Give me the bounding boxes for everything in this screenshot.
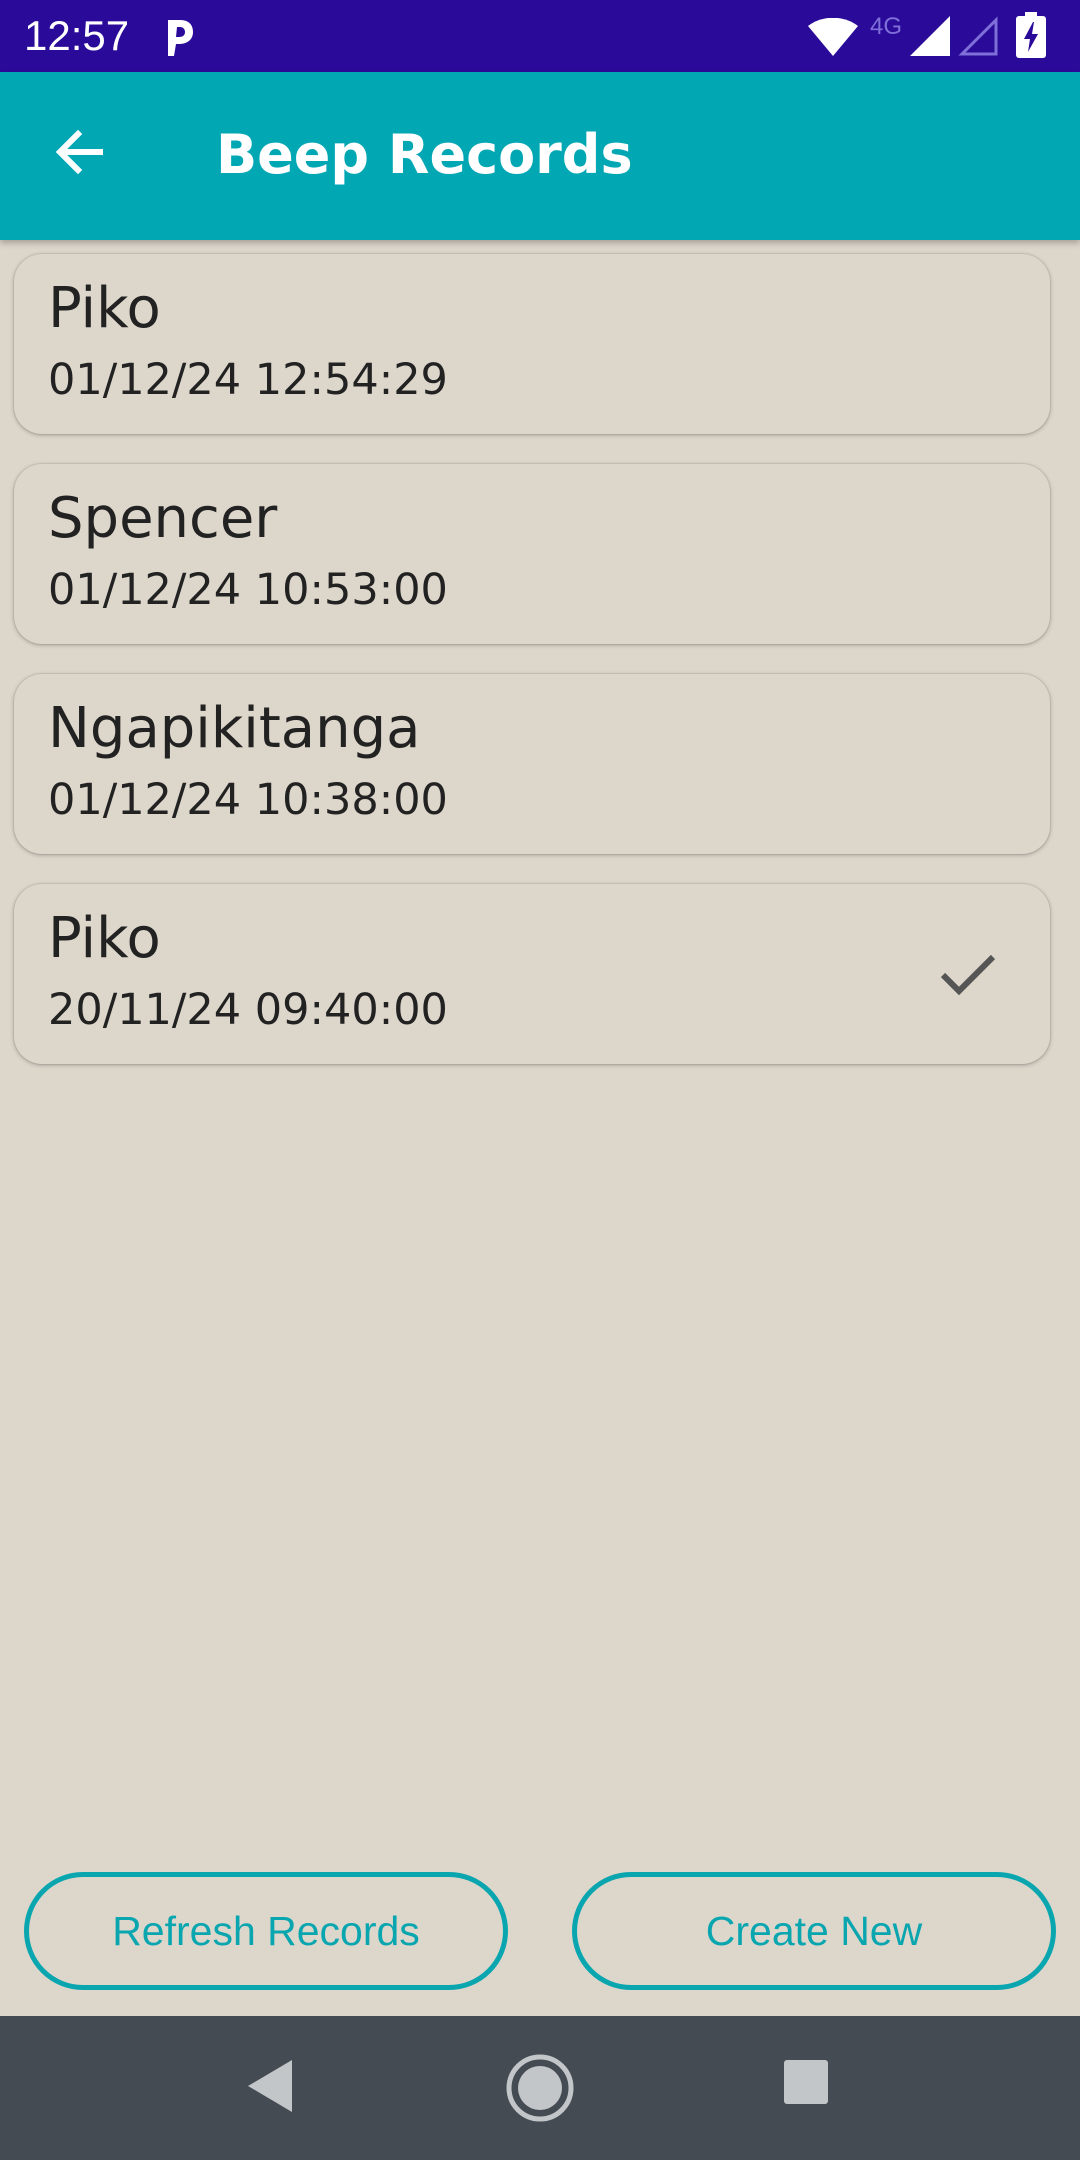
record-timestamp: 01/12/24 12:54:29: [48, 355, 448, 405]
record-timestamp: 01/12/24 10:38:00: [48, 775, 448, 825]
network-type-label: 4G: [870, 13, 903, 40]
signal-icon: [910, 16, 950, 56]
nav-back-icon[interactable]: [244, 2056, 296, 2116]
record-name: Ngapikitanga: [48, 696, 421, 761]
record-name: Piko: [48, 906, 161, 971]
app-bar: Beep Records: [0, 72, 1080, 240]
status-time: 12:57: [24, 12, 130, 59]
record-timestamp: 01/12/24 10:53:00: [48, 565, 448, 615]
system-nav-bar: [0, 2016, 1080, 2160]
back-button[interactable]: [40, 112, 120, 192]
record-item[interactable]: Piko 01/12/24 12:54:29: [14, 254, 1050, 434]
nav-recents-icon[interactable]: [782, 2058, 830, 2106]
record-item[interactable]: Piko 20/11/24 09:40:00: [14, 884, 1050, 1064]
parking-app-icon: [168, 20, 193, 56]
battery-charging-icon: [1016, 12, 1046, 58]
record-item[interactable]: Spencer 01/12/24 10:53:00: [14, 464, 1050, 644]
refresh-records-button[interactable]: Refresh Records: [24, 1872, 508, 1990]
status-bar: 12:57 4G: [0, 0, 1080, 72]
record-list: Piko 01/12/24 12:54:29 Spencer 01/12/24 …: [14, 254, 1050, 1094]
page-title: Beep Records: [216, 123, 633, 186]
record-name: Spencer: [48, 486, 278, 551]
nav-home-icon[interactable]: [504, 2052, 576, 2124]
signal-empty-icon: [958, 16, 998, 56]
wifi-icon: [808, 18, 858, 56]
arrow-left-icon: [55, 129, 103, 175]
checkmark-icon: [940, 954, 996, 996]
record-item[interactable]: Ngapikitanga 01/12/24 10:38:00: [14, 674, 1050, 854]
create-new-button[interactable]: Create New: [572, 1872, 1056, 1990]
record-timestamp: 20/11/24 09:40:00: [48, 985, 448, 1035]
record-name: Piko: [48, 276, 161, 341]
